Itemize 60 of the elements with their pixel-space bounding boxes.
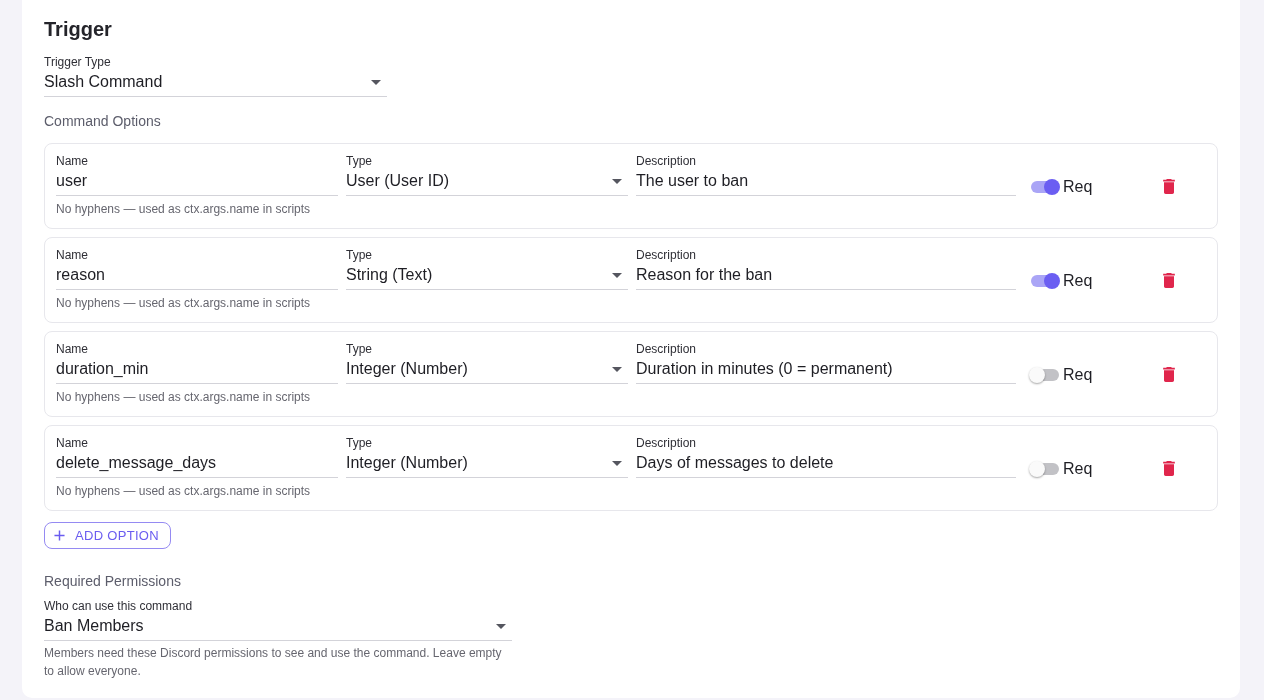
plus-icon [54, 530, 65, 541]
field-label: Description [636, 341, 698, 357]
dropdown-caret-icon [612, 366, 622, 372]
field-label: Type [346, 435, 373, 451]
add-option-button[interactable]: ADD OPTION [44, 522, 171, 549]
delete-button[interactable] [1163, 461, 1176, 476]
toggle-label: Req [1063, 365, 1093, 385]
helper-text: Members need these Discord permissions to see and use the command. Leave empty to allow everyone. [44, 645, 503, 680]
toggle-switch[interactable] [1029, 460, 1061, 478]
helper-text: No hyphens — used as ctx.args.name in scripts [56, 483, 312, 499]
dropdown-caret-icon [612, 178, 622, 184]
section-heading: Required Permissions [44, 572, 182, 591]
field-label: Type [346, 153, 373, 169]
dropdown-caret-icon [496, 623, 506, 629]
field-label: Who can use this command [44, 598, 194, 614]
select-field[interactable]: Slash Command [44, 70, 387, 97]
select-field[interactable]: Integer (Number) [346, 451, 628, 478]
field-label: Name [56, 247, 89, 263]
toggle-label: Req [1063, 177, 1093, 197]
field-label: Type [346, 341, 373, 357]
field-label: Name [56, 153, 89, 169]
toggle-switch[interactable] [1029, 272, 1061, 290]
section-heading: Command Options [44, 112, 162, 131]
helper-text: No hyphens — used as ctx.args.name in scripts [56, 295, 312, 311]
input-field[interactable]: delete_message_days [56, 451, 338, 478]
input-field[interactable]: reason [56, 263, 338, 290]
field-label: Name [56, 435, 89, 451]
delete-button[interactable] [1163, 179, 1176, 194]
trash-icon [1163, 179, 1176, 194]
toggle-label: Req [1063, 459, 1093, 479]
input-field[interactable]: user [56, 169, 338, 196]
input-field[interactable]: Reason for the ban [636, 263, 1016, 290]
field-label: Description [636, 153, 698, 169]
field-label: Description [636, 435, 698, 451]
toggle-switch[interactable] [1029, 366, 1061, 384]
select-field[interactable]: String (Text) [346, 263, 628, 290]
dropdown-caret-icon [371, 79, 381, 85]
dropdown-caret-icon [612, 460, 622, 466]
trash-icon [1163, 273, 1176, 288]
toggle-label: Req [1063, 271, 1093, 291]
field-label: Description [636, 247, 698, 263]
trash-icon [1163, 367, 1176, 382]
trash-icon [1163, 461, 1176, 476]
select-field[interactable]: User (User ID) [346, 169, 628, 196]
input-field[interactable]: Days of messages to delete [636, 451, 1016, 478]
field-label: Name [56, 341, 89, 357]
field-label: Trigger Type [44, 54, 112, 70]
section-title: Trigger [44, 17, 113, 42]
input-field[interactable]: The user to ban [636, 169, 1016, 196]
field-label: Type [346, 247, 373, 263]
dropdown-caret-icon [612, 272, 622, 278]
select-field[interactable]: Ban Members [44, 614, 512, 641]
toggle-switch[interactable] [1029, 178, 1061, 196]
input-field[interactable]: Duration in minutes (0 = permanent) [636, 357, 1016, 384]
select-field[interactable]: Integer (Number) [346, 357, 628, 384]
delete-button[interactable] [1163, 273, 1176, 288]
delete-button[interactable] [1163, 367, 1176, 382]
helper-text: No hyphens — used as ctx.args.name in scripts [56, 389, 312, 405]
helper-text: No hyphens — used as ctx.args.name in scripts [56, 201, 312, 217]
input-field[interactable]: duration_min [56, 357, 338, 384]
